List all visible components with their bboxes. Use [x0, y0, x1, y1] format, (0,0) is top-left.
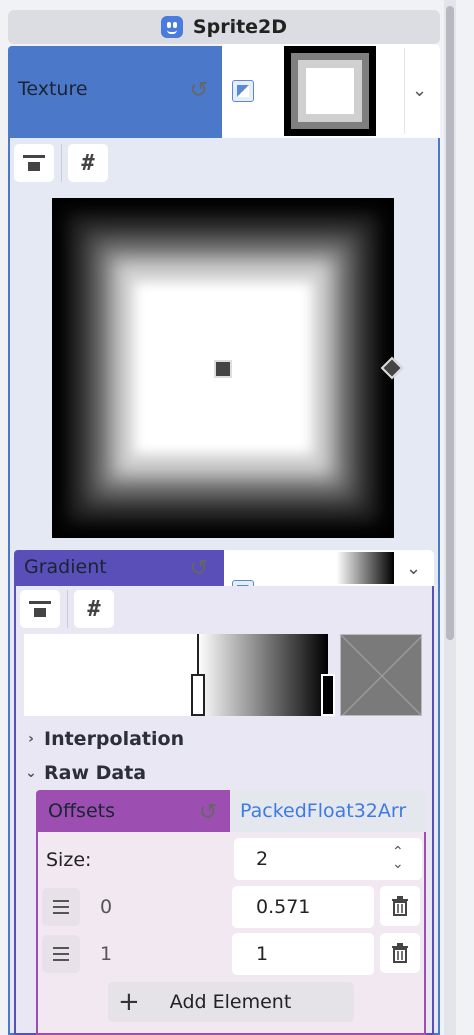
spinbox-up-down-icon[interactable]: ⌃ ⌄ — [392, 845, 404, 871]
offsets-label: Offsets — [48, 800, 115, 822]
row-0-drag-handle-icon[interactable] — [42, 888, 80, 926]
texture-label: Texture — [18, 78, 88, 100]
gradient-stop-1-handle[interactable] — [321, 674, 335, 716]
scrollbar-thumb[interactable] — [446, 6, 454, 640]
gradient-thumbnail-strip[interactable] — [260, 552, 394, 584]
gradient-editor-bar[interactable] — [24, 634, 328, 716]
plus-icon: + — [118, 987, 140, 1017]
row-1-value: 1 — [256, 943, 269, 965]
grid-snap-icon: # — [87, 596, 101, 622]
gradient-reset-icon[interactable]: ↺ — [187, 556, 211, 581]
row-1-delete-button[interactable] — [380, 933, 420, 973]
raw-data-section[interactable]: ⌄ Raw Data — [24, 762, 146, 784]
gradient-snap-button[interactable]: # — [74, 590, 114, 628]
trash-icon — [392, 896, 408, 916]
trash-icon — [392, 943, 408, 963]
texture-resource-icon — [232, 80, 254, 102]
node-header: Sprite2D — [8, 10, 440, 44]
align-icon — [23, 153, 45, 173]
size-label: Size: — [46, 849, 92, 871]
add-element-label: Add Element — [169, 991, 292, 1013]
gradient-stop-0-handle[interactable] — [191, 674, 205, 716]
row-0-delete-button[interactable] — [380, 886, 420, 926]
toolbar-separator — [61, 144, 62, 182]
node-title: Sprite2D — [192, 16, 288, 38]
chevron-down-icon: ⌄ — [25, 765, 37, 781]
add-element-button[interactable]: + Add Element — [108, 982, 354, 1022]
row-1-drag-handle-icon[interactable] — [42, 935, 80, 973]
gradient-dropdown-chevron-down-icon[interactable]: ⌄ — [406, 558, 421, 579]
texture-align-button[interactable] — [14, 144, 54, 182]
gradient-label: Gradient — [24, 556, 107, 578]
align-icon — [29, 599, 51, 619]
raw-data-label: Raw Data — [44, 762, 147, 784]
offsets-type-link[interactable]: PackedFloat32Arr — [240, 800, 406, 822]
texture-thumbnail[interactable] — [284, 46, 376, 136]
texture-reset-icon[interactable]: ↺ — [187, 78, 211, 103]
offsets-reset-icon[interactable]: ↺ — [196, 800, 220, 825]
gradient-stop-color-preview[interactable] — [340, 634, 422, 716]
texture-dropdown-chevron-down-icon[interactable]: ⌄ — [412, 80, 427, 101]
row-0-value: 0.571 — [256, 896, 311, 918]
toolbar-separator — [67, 590, 68, 628]
grid-snap-icon: # — [81, 150, 95, 176]
size-value: 2 — [256, 848, 269, 870]
gradient-align-button[interactable] — [20, 590, 60, 628]
chevron-right-icon: › — [28, 731, 34, 747]
interpolation-label: Interpolation — [44, 728, 185, 750]
texture-snap-button[interactable]: # — [68, 144, 108, 182]
row-0-index: 0 — [100, 896, 113, 918]
row-1-index: 1 — [100, 943, 113, 965]
gradient-center-handle[interactable] — [214, 360, 232, 378]
row-1-value-field[interactable] — [232, 933, 374, 975]
gradient-stop-line — [197, 634, 199, 676]
interpolation-section[interactable]: › Interpolation — [24, 728, 184, 750]
sprite2d-icon — [160, 16, 183, 38]
texture-divider — [404, 48, 405, 134]
